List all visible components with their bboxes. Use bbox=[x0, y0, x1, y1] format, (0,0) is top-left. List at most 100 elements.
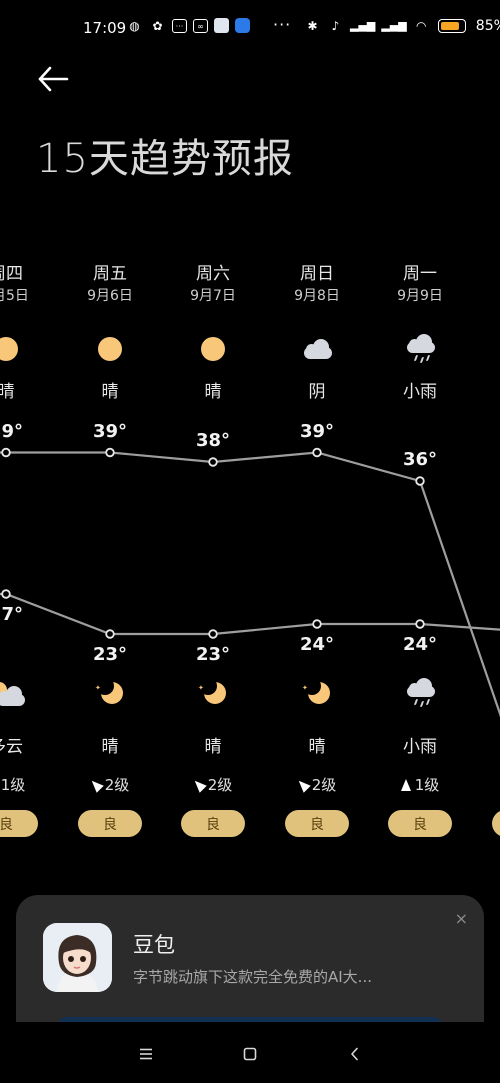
air-quality-badge: 良 bbox=[0, 810, 38, 837]
day-weekday: 周一 bbox=[403, 264, 437, 284]
forecast-scroller[interactable]: 周四9月5日晴多云1级良39°27°周五9月6日晴✦晴2级良39°23°周六9月… bbox=[0, 250, 500, 850]
popup-app-description: 字节跳动旗下这款完全免费的AI大... bbox=[133, 968, 372, 986]
day-weather-icon bbox=[405, 334, 435, 364]
cloud-icon bbox=[302, 339, 332, 359]
day-date: 9月7日 bbox=[190, 288, 236, 304]
moon-icon: ✦ bbox=[302, 677, 330, 706]
wind-level: 2级 bbox=[207, 776, 233, 794]
high-temp-label: 38° bbox=[195, 430, 231, 451]
temperature-point bbox=[312, 447, 322, 458]
wind-info: 2级 bbox=[265, 774, 369, 795]
navigation-bar bbox=[0, 1022, 500, 1083]
wind-direction-icon bbox=[190, 776, 207, 793]
day-weekday: 周六 bbox=[196, 264, 230, 284]
status-time: 17:09 bbox=[83, 19, 127, 37]
battery-percent: 85% bbox=[475, 17, 500, 34]
day-weather-icon bbox=[302, 334, 332, 364]
low-temp-label: 23° bbox=[195, 644, 231, 665]
wifi-icon: ◠ bbox=[416, 18, 427, 33]
day-weather-icon bbox=[95, 334, 125, 364]
hd-signal-icon: ▂▄▆ bbox=[350, 19, 376, 32]
partly-cloudy-night-icon bbox=[0, 680, 25, 706]
temperature-point bbox=[105, 447, 115, 458]
temperature-point bbox=[415, 476, 425, 486]
day-weekday: 周四 bbox=[0, 264, 23, 284]
wind-info: 1级 bbox=[0, 774, 58, 795]
night-condition: 晴 bbox=[308, 737, 326, 757]
day-weekday: 周五 bbox=[93, 264, 127, 284]
high-temp-label: 39° bbox=[0, 420, 24, 442]
temperature-point bbox=[208, 629, 218, 639]
air-quality-badge: 良 bbox=[78, 810, 142, 837]
high-temp-label: 36° bbox=[402, 449, 438, 470]
temperature-point bbox=[312, 619, 322, 629]
wind-level: 1级 bbox=[0, 776, 26, 794]
high-temp-label: 39° bbox=[92, 420, 128, 442]
day-date: 9月6日 bbox=[87, 288, 133, 304]
wind-direction-icon bbox=[87, 776, 104, 793]
app-recommendation-popup[interactable]: 豆包 字节跳动旗下这款完全免费的AI大... × bbox=[16, 895, 484, 1041]
wind-direction-icon bbox=[400, 778, 411, 791]
night-weather-icon: ✦ bbox=[302, 677, 332, 708]
moon-icon: ✦ bbox=[198, 677, 226, 706]
close-icon[interactable]: × bbox=[455, 909, 468, 928]
temperature-point bbox=[208, 457, 218, 467]
temperature-point bbox=[105, 629, 115, 639]
back-nav-button[interactable] bbox=[340, 1042, 370, 1066]
night-condition: 小雨 bbox=[403, 737, 437, 757]
moon-icon: ✦ bbox=[95, 677, 123, 706]
wind-level: 1级 bbox=[414, 776, 440, 794]
home-button[interactable] bbox=[235, 1042, 265, 1066]
temperature-line bbox=[0, 451, 500, 718]
back-nav-icon bbox=[351, 1047, 358, 1061]
temperature-point bbox=[1, 447, 11, 458]
rain-icon bbox=[405, 334, 435, 364]
day-condition: 晴 bbox=[204, 382, 222, 402]
day-condition: 阴 bbox=[308, 382, 326, 402]
wind-info: 1级 bbox=[368, 774, 472, 795]
doubao-app-icon bbox=[43, 923, 112, 992]
bluetooth-icon: ✱ bbox=[307, 18, 318, 33]
day-date: 9月5日 bbox=[0, 288, 29, 304]
day-weather-icon bbox=[0, 334, 21, 364]
night-condition: 晴 bbox=[204, 737, 222, 757]
low-temp-label: 24° bbox=[402, 634, 438, 655]
day-date: 9月9日 bbox=[397, 288, 443, 304]
temperature-point bbox=[415, 619, 425, 629]
popup-app-name: 豆包 bbox=[133, 933, 175, 957]
night-weather-icon: ✦ bbox=[95, 677, 125, 708]
night-condition: 多云 bbox=[0, 737, 23, 757]
wind-direction-icon bbox=[294, 776, 311, 793]
app-blue-icon bbox=[235, 18, 250, 33]
home-icon bbox=[243, 1047, 257, 1061]
night-weather-icon: ✦ bbox=[198, 677, 228, 708]
browser-icon: ◍ bbox=[129, 18, 140, 33]
wechat-icon: ✿ bbox=[152, 18, 163, 33]
day-condition: 小雨 bbox=[403, 382, 437, 402]
low-temp-label: 27° bbox=[0, 604, 24, 625]
air-quality-badge: 良 bbox=[285, 810, 349, 837]
air-quality-badge: 良 bbox=[388, 810, 452, 837]
wind-level: 2级 bbox=[104, 776, 130, 794]
app-icon bbox=[214, 18, 229, 33]
day-weekday: 周日 bbox=[300, 264, 334, 284]
notification-icons: ◍ ✿ ··· ∞ bbox=[126, 17, 250, 34]
menu-button[interactable] bbox=[131, 1042, 161, 1066]
day-condition: 晴 bbox=[101, 382, 119, 402]
message-icon: ··· bbox=[172, 19, 187, 33]
night-weather-icon bbox=[405, 678, 435, 708]
rain-icon bbox=[405, 678, 435, 708]
menu-icon bbox=[140, 1048, 152, 1060]
hd-signal-icon-2: ▂▄▆ bbox=[381, 19, 407, 32]
day-condition: 晴 bbox=[0, 382, 15, 402]
system-icons: ✱ ♪ ▂▄▆ ▂▄▆ ◠ 85% bbox=[304, 17, 500, 34]
battery-icon bbox=[437, 18, 466, 33]
status-bar: 17:09 ◍ ✿ ··· ∞ ··· ✱ ♪ ▂▄▆ ▂▄▆ ◠ 85% bbox=[0, 0, 500, 56]
day-weather-icon bbox=[198, 334, 228, 364]
temperature-point bbox=[1, 589, 11, 599]
back-arrow-icon bbox=[38, 66, 69, 92]
low-temp-label: 24° bbox=[299, 634, 335, 655]
page-title: 15天趋势预报 bbox=[36, 136, 294, 182]
back-button[interactable] bbox=[36, 62, 76, 98]
sun-icon bbox=[0, 337, 18, 361]
